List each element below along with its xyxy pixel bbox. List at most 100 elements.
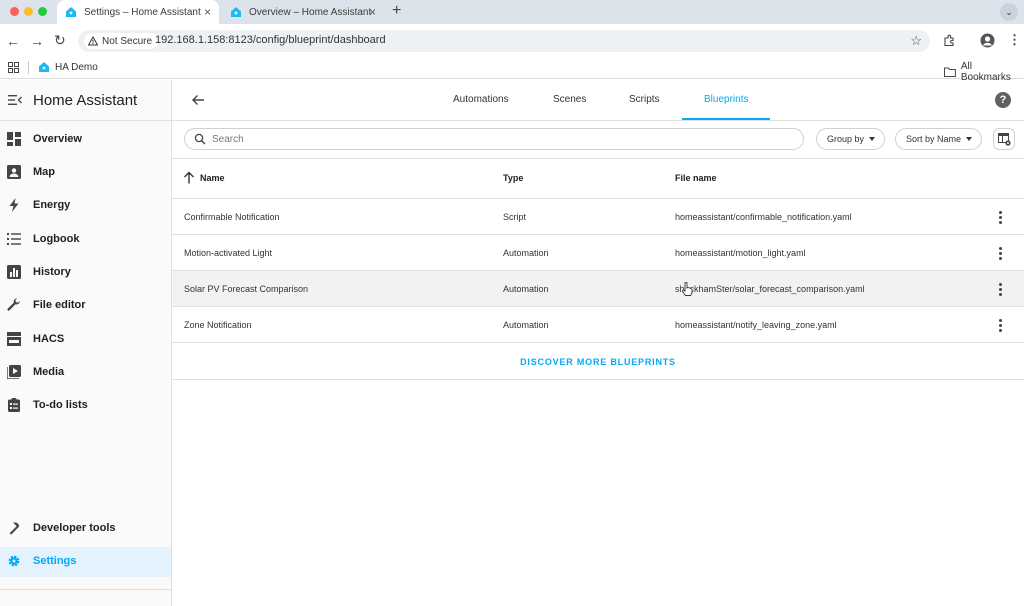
- browser-tab-settings[interactable]: Settings – Home Assistant ×: [57, 0, 219, 24]
- sidebar-item-overview[interactable]: Overview: [0, 125, 171, 155]
- sidebar-header: Home Assistant: [0, 80, 171, 121]
- list-icon: [7, 233, 21, 245]
- sidebar-item-label: Energy: [33, 199, 71, 211]
- back-arrow-icon[interactable]: [191, 93, 205, 107]
- sidebar-item-label: Overview: [33, 133, 82, 145]
- sidebar-item-label: Map: [33, 166, 55, 178]
- minimize-window-button[interactable]: [24, 7, 33, 16]
- lightning-icon: [9, 198, 19, 212]
- sort-ascending-icon[interactable]: [183, 171, 195, 184]
- chart-icon: [7, 265, 21, 279]
- top-app-bar: Automations Scenes Scripts Blueprints ?: [172, 80, 1024, 121]
- sidebar-item-energy[interactable]: Energy: [0, 191, 171, 221]
- column-header-file[interactable]: File name: [675, 173, 717, 183]
- hand-cursor-icon: [682, 282, 693, 296]
- sidebar-item-history[interactable]: History: [0, 258, 171, 288]
- sidebar-item-hacs[interactable]: HACS: [0, 325, 171, 355]
- back-icon[interactable]: ←: [6, 33, 20, 49]
- search-field[interactable]: [184, 128, 804, 150]
- row-file: homeassistant/confirmable_notification.y…: [675, 212, 852, 222]
- sidebar-item-label: HACS: [33, 333, 65, 345]
- close-window-button[interactable]: [10, 7, 19, 16]
- browser-menu-icon[interactable]: ⋮: [1008, 32, 1021, 48]
- home-assistant-logo-icon: [66, 7, 76, 17]
- group-by-label: Group by: [827, 134, 865, 144]
- tab-scripts[interactable]: Scripts: [629, 94, 660, 105]
- sidebar-item-media[interactable]: Media: [0, 358, 171, 388]
- table-row[interactable]: Motion-activated Light Automation homeas…: [172, 235, 1024, 271]
- sidebar-item-settings[interactable]: Settings: [0, 547, 171, 577]
- row-menu-icon[interactable]: [994, 282, 1006, 296]
- main-content: Automations Scenes Scripts Blueprints ? …: [172, 80, 1024, 606]
- sidebar-title: Home Assistant: [33, 92, 138, 109]
- sidebar-item-label: To-do lists: [33, 399, 88, 411]
- sidebar-item-map[interactable]: Map: [0, 158, 171, 188]
- extensions-icon[interactable]: [943, 34, 956, 47]
- row-menu-icon[interactable]: [994, 246, 1006, 260]
- sidebar-item-label: Settings: [33, 555, 77, 567]
- sidebar-item-logbook[interactable]: Logbook: [0, 225, 171, 255]
- bookmarks-bar: HA Demo All Bookmarks: [0, 57, 1024, 83]
- clipboard-icon: [8, 398, 20, 412]
- close-tab-icon[interactable]: ×: [369, 5, 376, 19]
- table-header: Name Type File name: [172, 159, 1024, 199]
- apps-grid-icon[interactable]: [8, 62, 19, 73]
- maximize-window-button[interactable]: [38, 7, 47, 16]
- sort-by-button[interactable]: Sort by Name: [895, 128, 982, 150]
- ha-sidebar: Home Assistant Overview Map Energy Logbo…: [0, 80, 172, 606]
- discover-more-row: DISCOVER MORE BLUEPRINTS: [172, 344, 1024, 380]
- forward-icon[interactable]: →: [30, 33, 44, 49]
- new-tab-button[interactable]: +: [392, 2, 401, 20]
- column-header-name[interactable]: Name: [200, 173, 225, 183]
- sidebar-item-todo[interactable]: To-do lists: [0, 391, 171, 421]
- group-by-button[interactable]: Group by: [816, 128, 885, 150]
- table-row[interactable]: Solar PV Forecast Comparison Automation …: [172, 271, 1024, 307]
- row-file: homeassistant/motion_light.yaml: [675, 248, 806, 258]
- security-label: Not Secure: [102, 35, 153, 47]
- close-tab-icon[interactable]: ×: [204, 5, 211, 19]
- discover-more-button[interactable]: DISCOVER MORE BLUEPRINTS: [172, 357, 1024, 367]
- tab-title: Settings – Home Assistant: [84, 6, 201, 18]
- tab-scenes[interactable]: Scenes: [553, 94, 586, 105]
- hacs-icon: [7, 332, 21, 346]
- help-icon[interactable]: ?: [995, 92, 1011, 108]
- row-menu-icon[interactable]: [994, 318, 1006, 332]
- filter-bar: Group by Sort by Name: [172, 121, 1024, 159]
- address-bar[interactable]: Not Secure 192.168.1.158:8123/config/blu…: [78, 30, 930, 52]
- tab-automations[interactable]: Automations: [453, 94, 509, 105]
- row-file: homeassistant/notify_leaving_zone.yaml: [675, 320, 837, 330]
- url-text[interactable]: 192.168.1.158:8123/config/blueprint/dash…: [155, 34, 386, 46]
- menu-collapse-icon[interactable]: [8, 94, 22, 106]
- home-assistant-logo-icon: [39, 62, 49, 72]
- sidebar-item-label: File editor: [33, 299, 86, 311]
- browser-tab-strip: Settings – Home Assistant × Overview – H…: [0, 0, 1024, 24]
- row-name: Motion-activated Light: [184, 248, 273, 258]
- row-type: Automation: [503, 320, 549, 330]
- security-chip[interactable]: Not Secure: [84, 33, 159, 49]
- bookmark-ha-demo[interactable]: HA Demo: [38, 61, 98, 73]
- search-input[interactable]: [212, 132, 792, 147]
- sidebar-item-developer-tools[interactable]: Developer tools: [0, 514, 171, 544]
- gear-icon: [8, 555, 20, 567]
- bookmark-star-icon[interactable]: ☆: [910, 33, 922, 49]
- browser-tab-overview[interactable]: Overview – Home Assistant ×: [222, 0, 384, 24]
- tab-search-chevron-icon[interactable]: ⌄: [1000, 3, 1018, 21]
- tab-title: Overview – Home Assistant: [249, 6, 372, 18]
- sidebar-item-label: History: [33, 266, 71, 278]
- reload-icon[interactable]: ↻: [54, 32, 66, 49]
- sidebar-item-label: Media: [33, 366, 65, 378]
- row-name: Confirmable Notification: [184, 212, 280, 222]
- table-settings-button[interactable]: [993, 128, 1015, 150]
- column-header-type[interactable]: Type: [503, 173, 523, 183]
- row-type: Script: [503, 212, 527, 222]
- sidebar-item-file-editor[interactable]: File editor: [0, 291, 171, 321]
- row-menu-icon[interactable]: [994, 210, 1006, 224]
- divider: [28, 61, 29, 74]
- search-icon: [194, 133, 206, 145]
- row-name: Zone Notification: [184, 320, 252, 330]
- profile-avatar-icon[interactable]: [980, 33, 995, 48]
- table-row[interactable]: Zone Notification Automation homeassista…: [172, 307, 1024, 343]
- tab-blueprints[interactable]: Blueprints: [704, 94, 748, 105]
- active-tab-indicator: [682, 118, 770, 120]
- table-row[interactable]: Confirmable Notification Script homeassi…: [172, 199, 1024, 235]
